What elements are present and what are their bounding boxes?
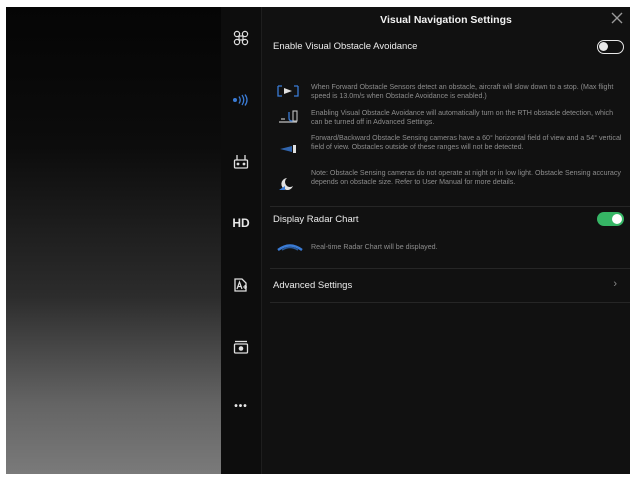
- obstacle-note-fov: Forward/Backward Obstacle Sensing camera…: [311, 134, 622, 152]
- obstacle-note-rth: Enabling Visual Obstacle Avoidance will …: [311, 109, 614, 127]
- camera-view-background: [6, 7, 221, 474]
- sidebar-item-remote-controller[interactable]: [221, 147, 261, 177]
- forward-sensor-icon: [277, 85, 299, 97]
- rth-obstacle-icon: [279, 110, 298, 123]
- radar-chart-icon: [277, 244, 303, 251]
- sidebar-item-visual-navigation[interactable]: [221, 85, 261, 115]
- camera-icon: [233, 340, 249, 354]
- advanced-settings-link[interactable]: Advanced Settings: [273, 280, 352, 291]
- more-icon: •••: [234, 400, 248, 412]
- sidebar-item-camera[interactable]: [221, 332, 261, 362]
- signal-icon: [233, 94, 248, 106]
- aircraft-icon: [233, 30, 249, 46]
- app-window: HD ••• Visual Navigation Settings Enable…: [6, 7, 630, 474]
- toggle-knob: [599, 42, 608, 51]
- obstacle-note-low-light: Note: Obstacle Sensing cameras do not op…: [311, 169, 621, 187]
- radar-chart-toggle[interactable]: [597, 212, 624, 226]
- settings-sidebar: HD •••: [221, 7, 262, 474]
- hd-icon: HD: [232, 216, 250, 230]
- toggle-knob: [612, 214, 622, 224]
- chevron-right-icon: ›: [613, 278, 617, 290]
- obstacle-avoidance-label: Enable Visual Obstacle Avoidance: [273, 41, 418, 52]
- panel-title: Visual Navigation Settings: [380, 14, 512, 26]
- divider: [270, 268, 630, 269]
- battery-icon: [234, 278, 247, 292]
- radar-chart-note: Real-time Radar Chart will be displayed.: [311, 243, 438, 251]
- divider: [270, 206, 630, 207]
- obstacle-avoidance-toggle[interactable]: [597, 40, 624, 54]
- sidebar-item-battery[interactable]: [221, 270, 261, 300]
- close-icon[interactable]: [610, 11, 624, 25]
- sidebar-item-more[interactable]: •••: [221, 391, 261, 421]
- remote-controller-icon: [233, 155, 249, 169]
- field-of-view-icon: [280, 145, 296, 153]
- low-light-icon: [279, 178, 293, 190]
- divider: [270, 302, 630, 303]
- radar-chart-label: Display Radar Chart: [273, 214, 359, 225]
- sidebar-item-aircraft[interactable]: [221, 23, 261, 53]
- sidebar-item-hd[interactable]: HD: [221, 208, 261, 238]
- obstacle-note-speed: When Forward Obstacle Sensors detect an …: [311, 83, 614, 101]
- visual-navigation-panel: Visual Navigation Settings Enable Visual…: [262, 7, 630, 474]
